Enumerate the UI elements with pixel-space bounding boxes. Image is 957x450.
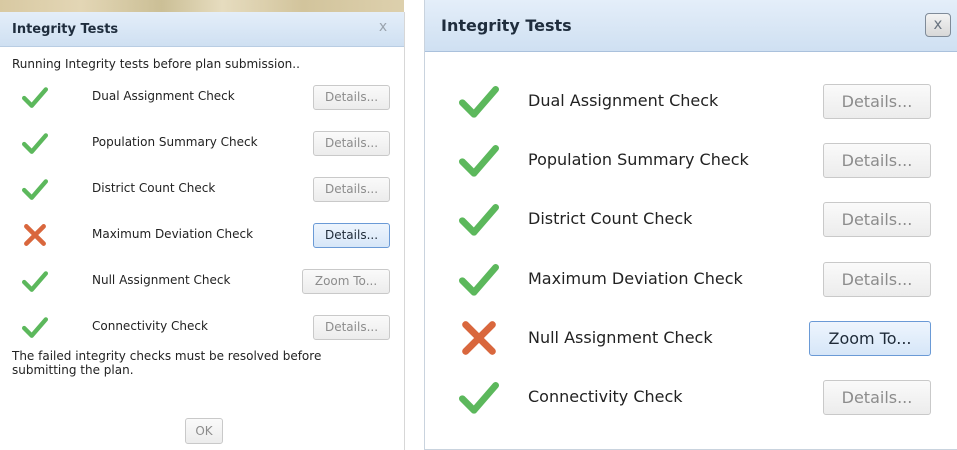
details-button[interactable]: Details...: [313, 85, 390, 110]
details-button[interactable]: Details...: [823, 261, 931, 297]
check-icon: [22, 84, 48, 110]
check-icon: [459, 81, 499, 121]
ok-button[interactable]: OK: [185, 418, 223, 444]
check-label: Dual Assignment Check: [528, 91, 719, 110]
dialog-titlebar: Integrity Tests x: [425, 0, 957, 52]
cross-icon: [22, 222, 48, 248]
integrity-tests-dialog-right: Integrity Tests x Dual Assignment Check D…: [424, 0, 957, 450]
dialog-titlebar: Integrity Tests x: [0, 12, 404, 47]
check-label: District Count Check: [92, 181, 216, 195]
check-label: Population Summary Check: [528, 150, 749, 170]
zoom-to-button[interactable]: Zoom To...: [809, 320, 931, 356]
failure-message: The failed integrity checks must be reso…: [12, 349, 322, 377]
check-label: Dual Assignment Check: [92, 89, 235, 103]
cross-icon: [459, 318, 499, 358]
check-label: Null Assignment Check: [528, 327, 713, 347]
check-icon: [22, 130, 48, 156]
check-icon: [459, 377, 499, 417]
dialog-title: Integrity Tests: [12, 22, 119, 37]
check-icon: [459, 140, 499, 180]
map-background: [0, 0, 404, 12]
intro-text: Running Integrity tests before plan subm…: [12, 57, 300, 71]
details-button[interactable]: Details...: [823, 84, 931, 119]
check-label: Population Summary Check: [92, 135, 258, 149]
check-icon: [22, 314, 48, 340]
close-icon[interactable]: x: [376, 19, 390, 35]
check-icon: [22, 268, 48, 294]
details-button[interactable]: Details...: [313, 177, 390, 202]
zoom-to-button[interactable]: Zoom To...: [302, 269, 390, 294]
details-button[interactable]: Details...: [823, 202, 931, 238]
details-button[interactable]: Details...: [313, 223, 390, 248]
check-label: Maximum Deviation Check: [92, 227, 254, 241]
dialog-title: Integrity Tests: [441, 16, 572, 35]
details-button[interactable]: Details...: [313, 131, 390, 156]
check-label: Connectivity Check: [528, 387, 683, 406]
check-label: Connectivity Check: [92, 319, 208, 333]
check-icon: [459, 259, 499, 299]
screenshot-stage: Integrity Tests x Running Integrity test…: [0, 0, 957, 450]
check-icon: [459, 199, 499, 239]
details-button[interactable]: Details...: [313, 315, 390, 340]
details-button[interactable]: Details...: [823, 143, 931, 179]
check-icon: [22, 176, 48, 202]
check-label: District Count Check: [528, 209, 693, 229]
close-icon[interactable]: x: [925, 13, 951, 37]
integrity-tests-dialog-left: Integrity Tests x Running Integrity test…: [0, 12, 405, 450]
check-label: Maximum Deviation Check: [528, 268, 743, 288]
details-button[interactable]: Details...: [823, 380, 931, 415]
check-label: Null Assignment Check: [92, 273, 231, 287]
